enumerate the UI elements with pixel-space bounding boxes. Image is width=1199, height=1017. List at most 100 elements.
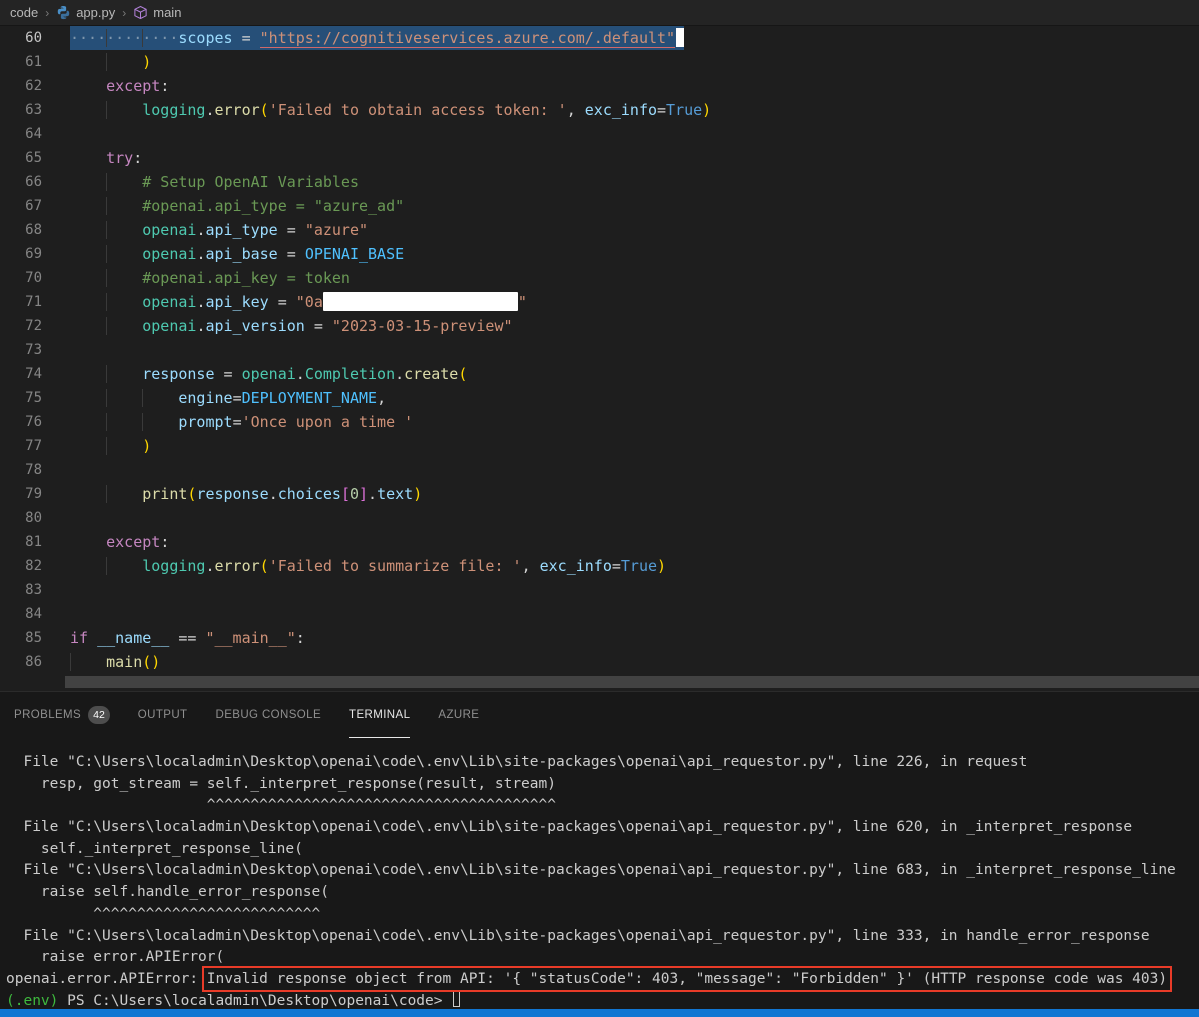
token: ···· <box>142 29 178 47</box>
code-line[interactable]: 83 <box>0 578 1199 602</box>
token <box>70 413 106 431</box>
token: ^^^^^^^^^^^^^^^^^^^^^^^^^^^^^^^^^^^^^^^^ <box>6 797 556 813</box>
scrollbar-thumb[interactable] <box>65 676 1199 688</box>
token <box>106 53 142 71</box>
code-line[interactable]: 62 except: <box>0 74 1199 98</box>
code-line[interactable]: 86 main() <box>0 650 1199 674</box>
token: File "C:\Users\localadmin\Desktop\openai… <box>6 754 1027 770</box>
token: openai <box>242 365 296 383</box>
token <box>70 533 106 551</box>
code-line[interactable]: 82 logging.error('Failed to summarize fi… <box>0 554 1199 578</box>
token: 'Failed to summarize file: ' <box>269 557 522 575</box>
token <box>70 173 106 191</box>
bottom-panel: PROBLEMS42 OUTPUT DEBUG CONSOLE TERMINAL AZU… <box>0 691 1199 1009</box>
code-line[interactable]: 69 openai.api_base = OPENAI_BASE <box>0 242 1199 266</box>
code-text: except: <box>70 530 169 554</box>
code-text: response = openai.Completion.create( <box>70 362 467 386</box>
breadcrumb-item-file[interactable]: app.py <box>76 5 115 20</box>
token: openai <box>142 293 196 311</box>
editor-horizontal-scrollbar[interactable] <box>0 674 1199 691</box>
code-line[interactable]: 61 ) <box>0 50 1199 74</box>
code-line[interactable]: 75 engine=DEPLOYMENT_NAME, <box>0 386 1199 410</box>
terminal-line: File "C:\Users\localadmin\Desktop\openai… <box>6 817 1199 839</box>
token: DEPLOYMENT_NAME <box>242 389 377 407</box>
token: ( <box>260 557 269 575</box>
code-line[interactable]: 77 ) <box>0 434 1199 458</box>
code-line[interactable]: 67 #openai.api_type = "azure_ad" <box>0 194 1199 218</box>
terminal-cursor <box>453 991 460 1007</box>
token: = <box>233 389 242 407</box>
line-number: 81 <box>0 530 70 554</box>
token <box>106 293 142 311</box>
terminal-line: raise error.APIError( <box>6 947 1199 969</box>
code-line[interactable]: 68 openai.api_type = "azure" <box>0 218 1199 242</box>
token: create <box>404 365 458 383</box>
token: = <box>657 101 666 119</box>
breadcrumb-item-folder[interactable]: code <box>10 5 38 20</box>
line-number: 62 <box>0 74 70 98</box>
token: , <box>377 389 386 407</box>
code-line[interactable]: 80 <box>0 506 1199 530</box>
code-line[interactable]: 84 <box>0 602 1199 626</box>
token: logging <box>142 101 205 119</box>
code-line[interactable]: 73 <box>0 338 1199 362</box>
breadcrumb-item-symbol[interactable]: main <box>153 5 181 20</box>
token: choices <box>278 485 341 503</box>
panel-tab-output[interactable]: OUTPUT <box>138 692 188 738</box>
line-number: 72 <box>0 314 70 338</box>
line-number: 78 <box>0 458 70 482</box>
token <box>70 389 106 407</box>
token <box>70 653 106 671</box>
token: ···· <box>106 29 142 47</box>
line-number: 65 <box>0 146 70 170</box>
code-line[interactable]: 79 print(response.choices[0].text) <box>0 482 1199 506</box>
code-text: ············scopes = "https://cognitives… <box>70 26 684 50</box>
token <box>70 245 106 263</box>
code-line[interactable]: 81 except: <box>0 530 1199 554</box>
panel-tab-terminal[interactable]: TERMINAL <box>349 692 410 738</box>
line-number: 66 <box>0 170 70 194</box>
code-text: ) <box>70 50 151 74</box>
code-text: print(response.choices[0].text) <box>70 482 422 506</box>
code-line[interactable]: 60············scopes = "https://cognitiv… <box>0 26 1199 50</box>
token: openai.error.APIError: <box>6 971 207 987</box>
token <box>106 197 142 215</box>
token: : <box>160 77 169 95</box>
code-line[interactable]: 63 logging.error('Failed to obtain acces… <box>0 98 1199 122</box>
token <box>70 437 106 455</box>
code-text: openai.api_version = "2023-03-15-preview… <box>70 314 513 338</box>
token <box>142 413 178 431</box>
token: [ <box>341 485 350 503</box>
terminal-output[interactable]: File "C:\Users\localadmin\Desktop\openai… <box>0 738 1199 1012</box>
token <box>70 317 106 335</box>
token: resp, got_stream = self._interpret_respo… <box>6 776 556 792</box>
code-editor[interactable]: 60············scopes = "https://cognitiv… <box>0 26 1199 674</box>
token: scopes <box>178 29 232 47</box>
code-text: engine=DEPLOYMENT_NAME, <box>70 386 386 410</box>
token <box>70 53 106 71</box>
code-line[interactable]: 76 prompt='Once upon a time ' <box>0 410 1199 434</box>
code-line[interactable]: 74 response = openai.Completion.create( <box>0 362 1199 386</box>
token <box>106 221 142 239</box>
panel-tab-problems[interactable]: PROBLEMS42 <box>14 692 110 738</box>
line-number: 85 <box>0 626 70 650</box>
code-line[interactable]: 72 openai.api_version = "2023-03-15-prev… <box>0 314 1199 338</box>
code-line[interactable]: 71 openai.api_key = "0a" <box>0 290 1199 314</box>
code-line[interactable]: 85if __name__ == "__main__": <box>0 626 1199 650</box>
code-line[interactable]: 65 try: <box>0 146 1199 170</box>
code-text: logging.error('Failed to summarize file:… <box>70 554 666 578</box>
panel-tab-label: OUTPUT <box>138 693 188 737</box>
panel-tab-debug-console[interactable]: DEBUG CONSOLE <box>215 692 321 738</box>
code-line[interactable]: 64 <box>0 122 1199 146</box>
token <box>70 77 106 95</box>
token: = <box>278 221 305 239</box>
panel-tab-azure[interactable]: AZURE <box>438 692 479 738</box>
code-text: logging.error('Failed to obtain access t… <box>70 98 711 122</box>
token: openai <box>142 317 196 335</box>
line-number: 67 <box>0 194 70 218</box>
code-line[interactable]: 66 # Setup OpenAI Variables <box>0 170 1199 194</box>
code-line[interactable]: 70 #openai.api_key = token <box>0 266 1199 290</box>
token: True <box>621 557 657 575</box>
code-line[interactable]: 78 <box>0 458 1199 482</box>
terminal-line: File "C:\Users\localadmin\Desktop\openai… <box>6 752 1199 774</box>
